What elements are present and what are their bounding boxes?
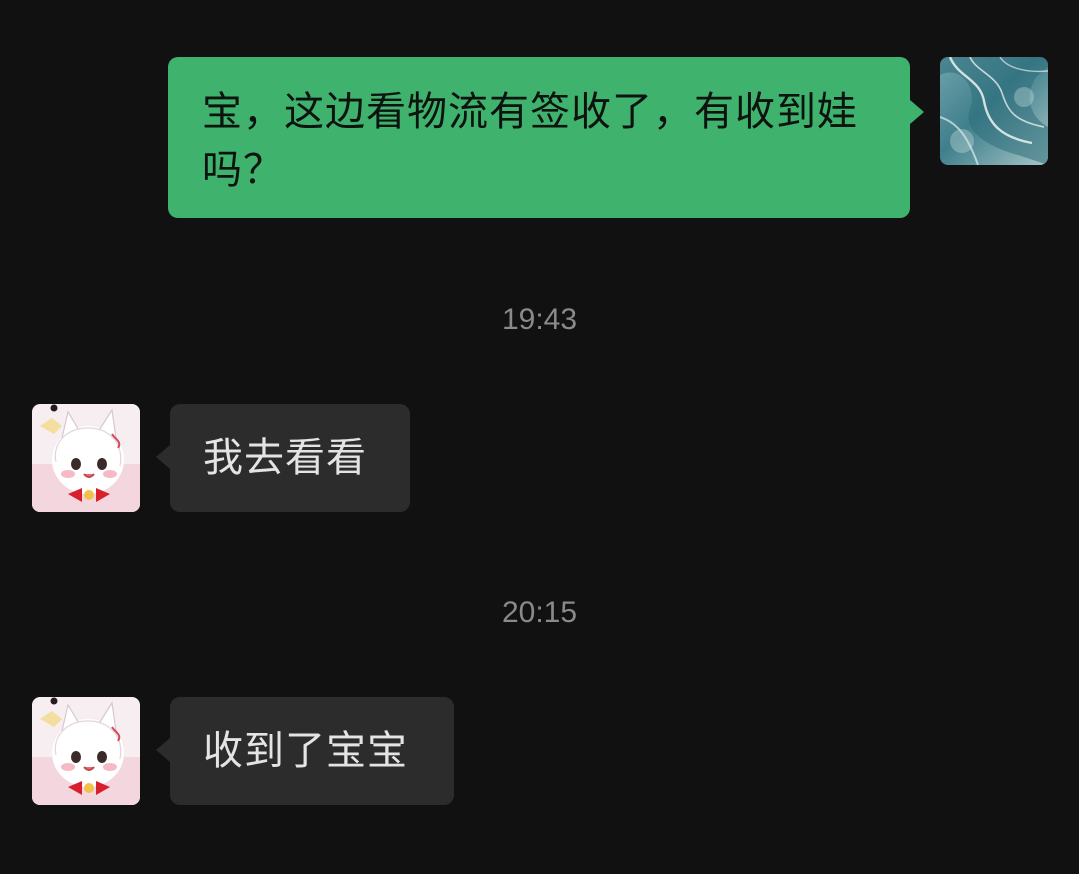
outgoing-message-bubble[interactable]: 宝，这边看物流有签收了，有收到娃吗？ <box>168 57 910 218</box>
message-text: 我去看看 <box>203 435 367 481</box>
chat-message-list[interactable]: 宝，这边看物流有签收了，有收到娃吗？ 19:43 我去看看 20:15 收到了宝… <box>0 0 1079 874</box>
teal-marble-avatar-image <box>940 57 1048 165</box>
contact-avatar[interactable] <box>32 404 140 512</box>
message-text: 收到了宝宝 <box>203 728 408 774</box>
bubble-tail <box>156 445 170 469</box>
message-timestamp: 19:43 <box>501 303 578 336</box>
message-text: 宝，这边看物流有签收了，有收到娃吗？ <box>202 89 858 193</box>
self-avatar[interactable] <box>940 57 1048 165</box>
message-timestamp: 20:15 <box>501 596 578 629</box>
contact-avatar[interactable] <box>32 697 140 805</box>
anime-cat-girl-avatar-image <box>32 404 140 512</box>
incoming-message-bubble[interactable]: 收到了宝宝 <box>170 697 454 805</box>
incoming-message-bubble[interactable]: 我去看看 <box>170 404 410 512</box>
bubble-tail <box>156 738 170 762</box>
bubble-tail <box>910 100 924 124</box>
anime-cat-girl-avatar-image <box>32 697 140 805</box>
